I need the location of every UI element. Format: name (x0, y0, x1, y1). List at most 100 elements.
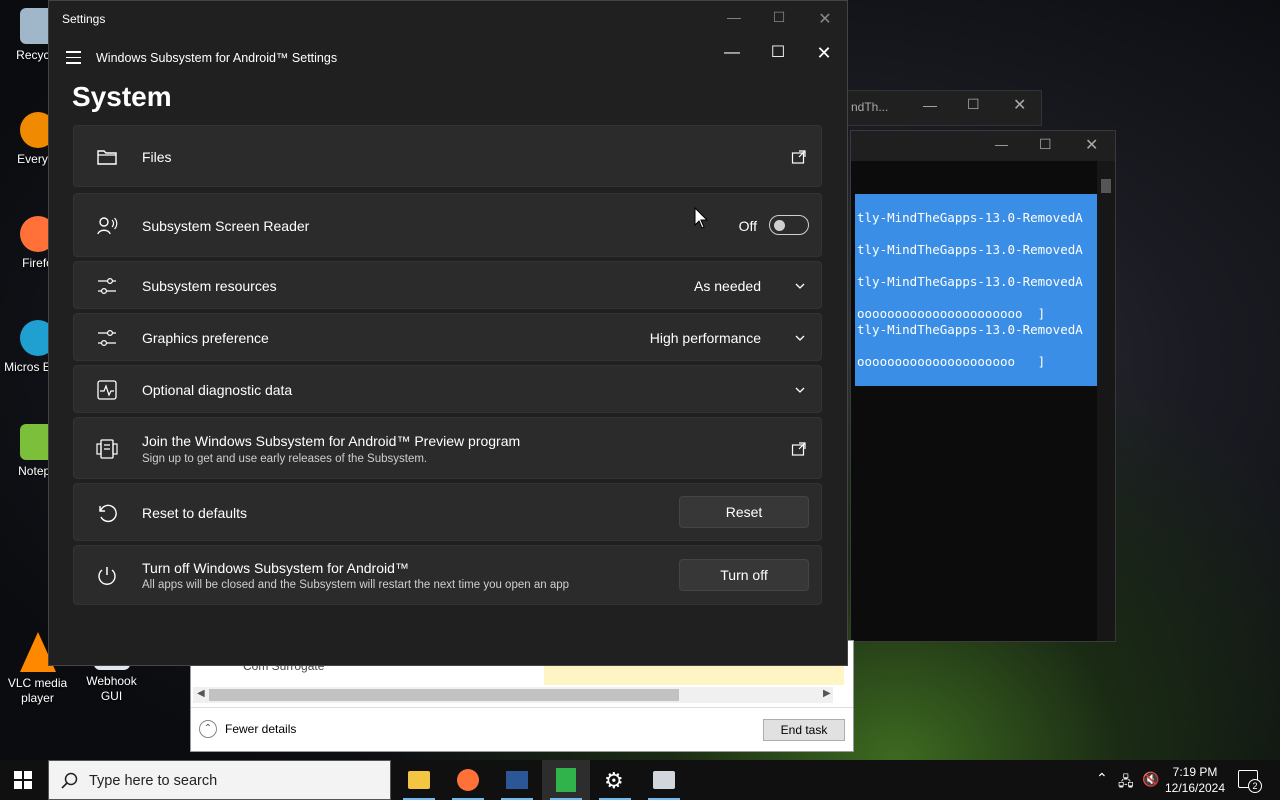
fewer-details-link[interactable]: Fewer details (225, 722, 296, 736)
resources-dropdown-value[interactable]: As needed (694, 278, 761, 294)
external-link-icon[interactable] (791, 441, 807, 457)
volume-muted-icon[interactable]: 🔇 (1142, 771, 1159, 788)
chevron-down-icon[interactable] (795, 333, 805, 343)
external-link-icon[interactable] (791, 149, 807, 165)
reset-card: Reset to defaults Reset (73, 483, 822, 541)
notification-center-icon[interactable]: 2 (1238, 770, 1262, 793)
taskbar-settings[interactable]: ⚙ (591, 760, 639, 800)
graphics-card[interactable]: Graphics preference High performance (73, 313, 822, 361)
diagnostic-label: Optional diagnostic data (142, 382, 293, 398)
search-placeholder: Type here to search (89, 773, 218, 789)
screen-reader-state: Off (738, 218, 757, 234)
close-icon[interactable]: ✕ (812, 41, 836, 65)
maximize-icon[interactable]: ☐ (1039, 136, 1052, 153)
screen-reader-label: Subsystem Screen Reader (142, 218, 310, 234)
firefox-icon (457, 769, 479, 791)
graphics-dropdown-value[interactable]: High performance (650, 330, 761, 346)
horizontal-scrollbar[interactable]: ◀ ▶ (193, 687, 833, 703)
terminal-titlebar[interactable]: — ☐ ✕ (851, 131, 1115, 161)
files-label: Files (142, 149, 172, 165)
screen-reader-card[interactable]: Subsystem Screen Reader Off (73, 193, 822, 257)
scrollbar-thumb[interactable] (1101, 179, 1111, 193)
terminal-line: tly-MindTheGapps-13.0-RemovedA (857, 210, 1083, 225)
minimize-icon[interactable]: — (923, 97, 937, 113)
chevron-up-icon[interactable]: ⌃ (199, 720, 217, 738)
end-task-button[interactable]: End task (763, 719, 845, 741)
windows-start-icon[interactable] (14, 771, 32, 789)
terminal-selection: tly-MindTheGapps-13.0-RemovedA tly-MindT… (855, 194, 1099, 386)
taskbar-task-manager[interactable] (640, 760, 688, 800)
taskbar-search-box[interactable]: Type here to search (48, 760, 391, 800)
background-window[interactable]: ndTh... — ☐ ✕ (846, 90, 1042, 126)
taskbar-powershell[interactable] (493, 760, 541, 800)
terminal-line: tly-MindTheGapps-13.0-RemovedA (857, 322, 1083, 337)
terminal-line: ooooooooooooooooooooo ] (857, 354, 1046, 369)
screen-reader-icon (97, 217, 118, 235)
powershell-icon (506, 771, 528, 789)
background-window-title: ndTh... (851, 100, 889, 114)
scroll-right-icon[interactable]: ▶ (823, 688, 831, 699)
mouse-cursor-icon (694, 207, 708, 229)
wsa-settings-window[interactable]: Windows Subsystem for Android™ Settings … (50, 35, 846, 665)
preview-program-icon (96, 439, 118, 459)
resources-card[interactable]: Subsystem resources As needed (73, 261, 822, 309)
chevron-down-icon[interactable] (795, 281, 805, 291)
chevron-up-icon[interactable]: ⌃ (1096, 770, 1108, 787)
minimize-icon[interactable]: — (720, 41, 744, 65)
minimize-icon[interactable]: — (995, 137, 1008, 152)
scroll-left-icon[interactable]: ◀ (197, 688, 205, 699)
terminal-window[interactable]: — ☐ ✕ tly-MindTheGapps-13.0-RemovedA tly… (850, 130, 1116, 642)
close-icon[interactable]: ✕ (815, 9, 835, 29)
chevron-down-icon[interactable] (795, 385, 805, 395)
taskbar-file-explorer[interactable] (395, 760, 443, 800)
sliders-icon (98, 277, 116, 295)
screen-reader-toggle[interactable] (769, 215, 809, 235)
window-title: Windows Subsystem for Android™ Settings (96, 51, 338, 65)
maximize-icon[interactable]: ☐ (967, 96, 980, 113)
graphics-label: Graphics preference (142, 330, 269, 346)
search-icon (61, 772, 78, 789)
resources-label: Subsystem resources (142, 278, 277, 294)
gear-icon: ⚙ (604, 768, 624, 793)
terminal-line: tly-MindTheGapps-13.0-RemovedA (857, 242, 1083, 257)
reset-label: Reset to defaults (142, 505, 248, 521)
taskbar-wsa[interactable] (542, 760, 590, 800)
close-icon[interactable]: ✕ (1013, 95, 1026, 115)
notification-badge: 2 (1248, 779, 1262, 793)
folder-icon (408, 771, 430, 789)
taskbar: Type here to search ⚙ ⌃ 🖧 🔇 7:19 PM 12/1… (0, 760, 1280, 800)
power-icon (98, 567, 116, 585)
toggle-knob (774, 219, 785, 231)
maximize-icon[interactable]: ☐ (766, 41, 790, 65)
terminal-line: tly-MindTheGapps-13.0-RemovedA (857, 274, 1083, 289)
hamburger-menu-icon[interactable] (66, 51, 81, 68)
folder-icon (97, 150, 117, 165)
taskbar-firefox[interactable] (444, 760, 492, 800)
sliders-icon (98, 329, 116, 347)
files-card[interactable]: Files (73, 125, 822, 187)
close-icon[interactable]: ✕ (1085, 135, 1098, 155)
turn-off-label: Turn off Windows Subsystem for Android™ (142, 560, 409, 576)
turn-off-button[interactable]: Turn off (679, 559, 809, 591)
terminal-scrollbar[interactable] (1097, 161, 1115, 641)
clock-time: 7:19 PM (1172, 765, 1218, 779)
scrollbar-thumb[interactable] (209, 689, 679, 701)
reset-icon (99, 504, 117, 523)
desktop-icon-label: VLC media player (7, 676, 68, 705)
maximize-icon[interactable]: ☐ (769, 9, 789, 26)
preview-program-description: Sign up to get and use early releases of… (142, 453, 428, 465)
page-title: System (72, 81, 172, 112)
preview-program-card[interactable]: Join the Windows Subsystem for Android™ … (73, 417, 822, 479)
taskbar-clock[interactable]: 7:19 PM 12/16/2024 (1160, 764, 1230, 796)
desktop-icon-label: Webhook GUI (86, 674, 137, 703)
turn-off-card: Turn off Windows Subsystem for Android™ … (73, 545, 822, 605)
wsa-icon (556, 768, 576, 792)
network-icon[interactable]: 🖧 (1118, 771, 1134, 795)
preview-program-label: Join the Windows Subsystem for Android™ … (142, 433, 521, 449)
minimize-icon[interactable]: — (724, 9, 744, 25)
clock-date: 12/16/2024 (1164, 781, 1226, 795)
outer-window-title: Settings (62, 12, 106, 26)
diagnostic-card[interactable]: Optional diagnostic data (73, 365, 822, 413)
reset-button[interactable]: Reset (679, 496, 809, 528)
terminal-line: oooooooooooooooooooooo ] (857, 306, 1046, 321)
